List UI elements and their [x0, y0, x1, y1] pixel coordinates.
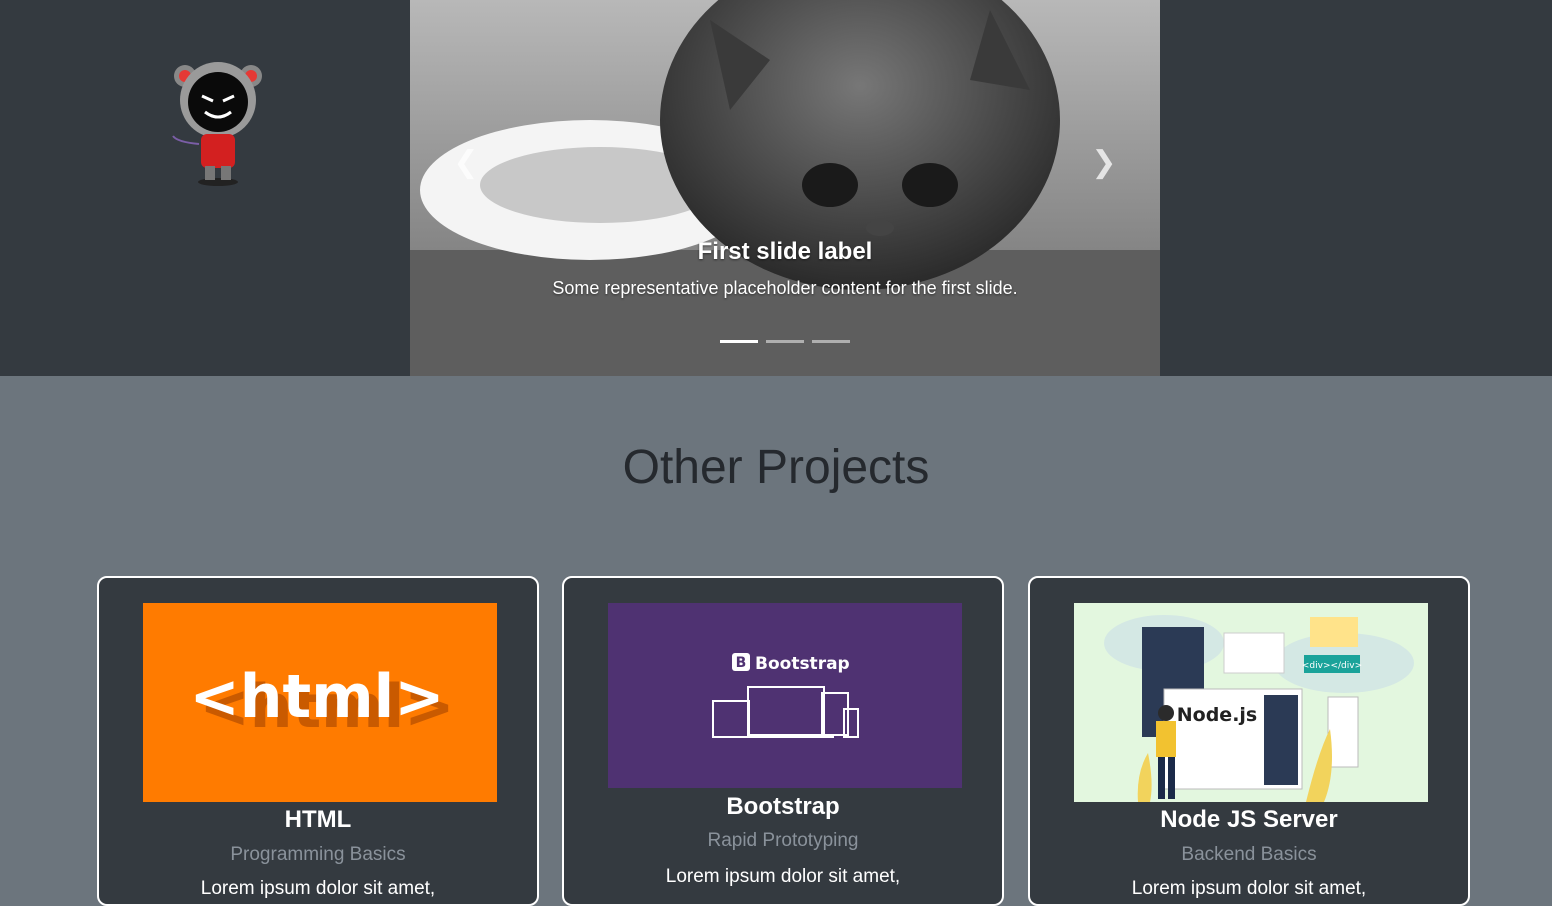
kitten-slide-image [410, 0, 1160, 376]
hero-section: ❮ ❯ First slide label Some representativ… [0, 0, 1552, 376]
carousel-indicator-1[interactable] [720, 340, 758, 343]
carousel-indicators [410, 340, 1160, 343]
svg-text:Node.js: Node.js [1177, 704, 1257, 726]
card-title: HTML [284, 806, 352, 833]
carousel-next-button[interactable]: ❯ [1084, 140, 1124, 184]
section-title: Other Projects [622, 441, 930, 494]
robot-mascot-logo[interactable] [165, 58, 265, 188]
slide-label: First slide label [697, 238, 873, 265]
svg-text:<html>: <html> [189, 662, 444, 732]
svg-text:Bootstrap: Bootstrap [755, 654, 850, 674]
carousel-indicator-3[interactable] [812, 340, 850, 343]
carousel-indicator-2[interactable] [766, 340, 804, 343]
card-text: Lorem ipsum dolor sit amet, [1131, 878, 1367, 899]
card-subtitle: Programming Basics [230, 844, 406, 865]
project-card-html[interactable]: <html> <html> HTML Programming Basics Lo… [97, 576, 539, 906]
project-card-bootstrap[interactable]: B Bootstrap Bootstrap Rapid Prototyping … [562, 576, 1004, 906]
card-subtitle: Backend Basics [1181, 844, 1317, 865]
carousel-caption: First slide label Some representative pl… [410, 235, 1160, 301]
bootstrap-logo-image: B Bootstrap [608, 603, 962, 788]
card-text: Lorem ipsum dolor sit amet, [200, 878, 436, 899]
slide-text: Some representative placeholder content … [552, 278, 1018, 298]
image-carousel[interactable]: ❮ ❯ First slide label Some representativ… [410, 0, 1160, 376]
card-title: Node JS Server [1160, 806, 1338, 833]
nodejs-illustration-image: <div></div> Node.js [1074, 603, 1428, 802]
chevron-right-icon: ❯ [1091, 145, 1117, 179]
card-text: Lorem ipsum dolor sit amet, [665, 866, 901, 887]
html-logo-image: <html> <html> [143, 603, 497, 802]
card-subtitle: Rapid Prototyping [707, 830, 859, 851]
card-title: Bootstrap [726, 793, 840, 820]
svg-text:B: B [736, 655, 747, 671]
carousel-prev-button[interactable]: ❮ [446, 140, 486, 184]
project-card-nodejs[interactable]: <div></div> Node.js Node JS Server Backe… [1028, 576, 1470, 906]
svg-text:<div></div>: <div></div> [1302, 661, 1362, 671]
chevron-left-icon: ❮ [453, 145, 479, 179]
